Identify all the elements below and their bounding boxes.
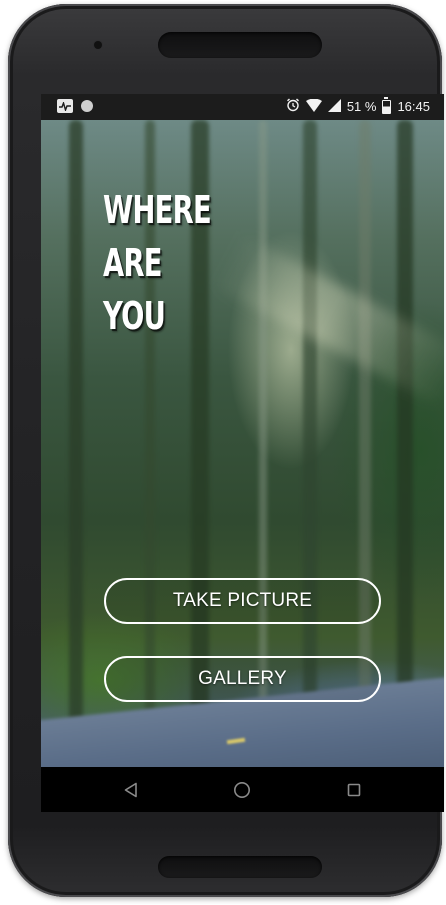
app-title: WHERE ARE YOU: [103, 184, 212, 343]
home-icon[interactable]: [231, 779, 253, 801]
title-line-you: YOU: [103, 294, 166, 338]
back-icon[interactable]: [120, 779, 142, 801]
circle-icon: [81, 100, 93, 112]
status-left-icons: [57, 99, 93, 113]
status-time: 16:45: [397, 99, 430, 114]
signal-icon: [327, 98, 341, 115]
phone-screen: 51 % 16:45 WHERE ARE YOU TAKE PICTURE GA…: [41, 94, 444, 812]
app-screen: WHERE ARE YOU TAKE PICTURE GALLERY: [41, 120, 444, 767]
phone-frame: 51 % 16:45 WHERE ARE YOU TAKE PICTURE GA…: [8, 4, 444, 897]
navigation-bar: [41, 767, 444, 812]
bottom-speaker-grille: [158, 856, 322, 878]
front-camera: [94, 41, 102, 49]
gallery-button[interactable]: GALLERY: [104, 656, 381, 702]
recents-icon[interactable]: [343, 779, 365, 801]
battery-icon: [382, 96, 392, 114]
wifi-icon: [305, 98, 322, 115]
status-right-icons: 51 % 16:45: [286, 96, 430, 115]
background-tree: [397, 120, 413, 767]
title-line-are: ARE: [103, 241, 163, 285]
title-line-where: WHERE: [103, 188, 212, 232]
background-tree: [69, 120, 83, 767]
alarm-icon: [286, 98, 300, 115]
pulse-icon: [57, 99, 73, 113]
status-bar: 51 % 16:45: [41, 94, 444, 120]
take-picture-button[interactable]: TAKE PICTURE: [104, 578, 381, 624]
battery-percent: 51 %: [346, 99, 377, 114]
top-speaker-grille: [158, 32, 322, 58]
